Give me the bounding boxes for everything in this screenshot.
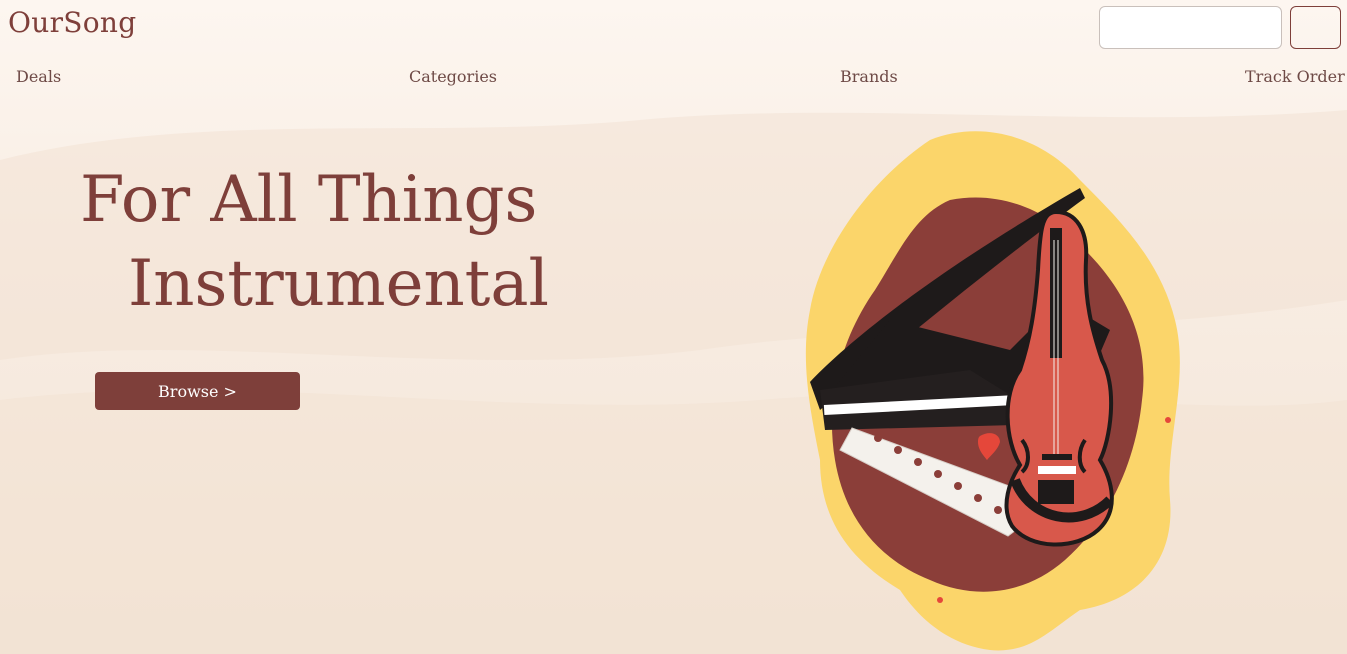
search-button[interactable]	[1290, 6, 1341, 49]
hero-title-line2: Instrumental	[128, 247, 549, 321]
search-input[interactable]	[1099, 6, 1282, 49]
nav-item-categories[interactable]: Categories	[409, 67, 497, 86]
hero-title: For All Things Instrumental	[80, 158, 549, 326]
hero-title-line1: For All Things	[80, 163, 538, 237]
nav-item-brands[interactable]: Brands	[840, 67, 898, 86]
nav-item-track-order[interactable]: Track Order	[1245, 67, 1345, 86]
browse-button[interactable]: Browse >	[95, 372, 300, 410]
brand-logo[interactable]: OurSong	[8, 6, 136, 39]
piano-violin-illustration	[805, 131, 1180, 651]
nav-item-deals[interactable]: Deals	[16, 67, 61, 86]
